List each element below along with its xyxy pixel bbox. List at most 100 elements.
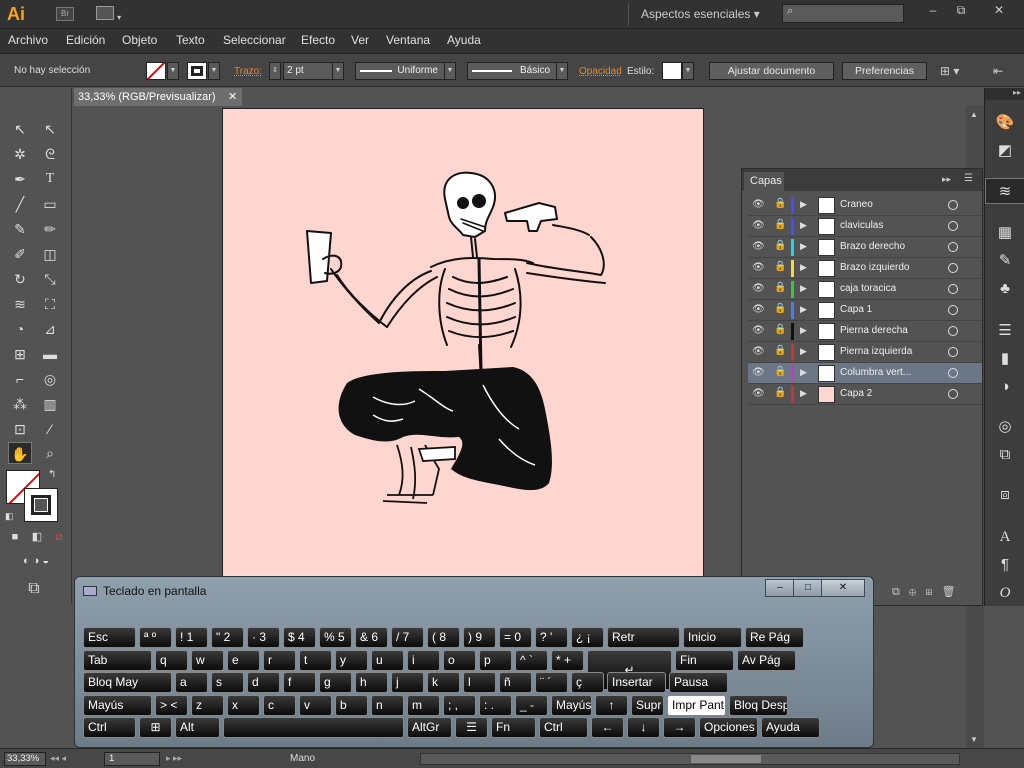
lock-icon[interactable]: 🔒 bbox=[774, 345, 786, 356]
key[interactable]: a bbox=[175, 672, 208, 693]
key[interactable]: g bbox=[319, 672, 352, 693]
character-icon[interactable]: A bbox=[985, 524, 1024, 550]
style-dropdown[interactable]: ▼ bbox=[682, 62, 694, 80]
adjust-document-button[interactable]: Ajustar documento bbox=[709, 62, 834, 80]
gradient-panel-icon[interactable]: ▮ bbox=[985, 346, 1024, 372]
key[interactable]: q bbox=[155, 649, 188, 671]
target-circle-icon[interactable] bbox=[948, 284, 958, 294]
target-circle-icon[interactable] bbox=[948, 263, 958, 273]
osk-close-button[interactable]: ✕ bbox=[821, 579, 865, 597]
panel-menu-icon[interactable]: ⇤ bbox=[993, 64, 1003, 78]
key[interactable]: Esc bbox=[83, 627, 136, 648]
pencil-icon[interactable]: ✏ bbox=[38, 218, 62, 240]
blend-tool-icon[interactable]: ◎ bbox=[38, 368, 62, 390]
swap-colors-icon[interactable]: ↰ bbox=[48, 469, 56, 480]
key[interactable]: $ 4 bbox=[283, 627, 316, 648]
layer-row[interactable]: 👁 🔒 ▶ Brazo derecho bbox=[748, 237, 982, 258]
visibility-eye-icon[interactable]: 👁 bbox=[752, 241, 766, 253]
layer-row[interactable]: 👁 🔒 ▶ Pierna izquierda bbox=[748, 342, 982, 363]
stroke-stepper[interactable]: ⇕ bbox=[269, 62, 281, 80]
symbols-icon[interactable]: ♣ bbox=[985, 276, 1024, 302]
expand-triangle-icon[interactable]: ▶ bbox=[800, 241, 807, 252]
paragraph-icon[interactable]: ¶ bbox=[985, 552, 1024, 578]
visibility-eye-icon[interactable]: 👁 bbox=[752, 283, 766, 295]
artboard-field[interactable]: 1 bbox=[104, 752, 160, 766]
key[interactable]: j bbox=[391, 672, 424, 693]
blob-brush-icon[interactable]: ✐ bbox=[8, 243, 32, 265]
appearance-icon[interactable]: ◎ bbox=[985, 414, 1024, 440]
target-circle-icon[interactable] bbox=[948, 368, 958, 378]
key[interactable]: y bbox=[335, 649, 368, 671]
lock-icon[interactable]: 🔒 bbox=[774, 387, 786, 398]
key[interactable]: d bbox=[247, 672, 280, 693]
expand-triangle-icon[interactable]: ▶ bbox=[800, 220, 807, 231]
key[interactable]: ) 9 bbox=[463, 627, 496, 648]
expand-triangle-icon[interactable]: ▶ bbox=[800, 367, 807, 378]
layer-name[interactable]: Craneo bbox=[840, 199, 873, 210]
default-colors-icon[interactable]: ◧ bbox=[5, 511, 14, 522]
menu-ventana[interactable]: Ventana bbox=[386, 33, 430, 47]
target-circle-icon[interactable] bbox=[948, 326, 958, 336]
lock-icon[interactable]: 🔒 bbox=[774, 261, 786, 272]
zoom-field[interactable]: 33,33% bbox=[4, 752, 46, 766]
expand-triangle-icon[interactable]: ▶ bbox=[800, 325, 807, 336]
free-transform-icon[interactable]: ⛶ bbox=[38, 293, 62, 315]
lock-icon[interactable]: 🔒 bbox=[774, 219, 786, 230]
key[interactable]: Opciones bbox=[699, 717, 758, 738]
lock-icon[interactable]: 🔒 bbox=[774, 240, 786, 251]
key[interactable]: AltGr bbox=[407, 717, 452, 738]
key[interactable]: / 7 bbox=[391, 627, 424, 648]
color-guide-icon[interactable]: ◩ bbox=[985, 138, 1024, 164]
stroke-weight-field[interactable]: 2 pt bbox=[283, 62, 333, 80]
layer-row[interactable]: 👁 🔒 ▶ claviculas bbox=[748, 216, 982, 237]
key[interactable]: ç bbox=[571, 672, 604, 693]
layer-name[interactable]: claviculas bbox=[840, 220, 883, 231]
target-circle-icon[interactable] bbox=[948, 221, 958, 231]
close-tab-icon[interactable]: ✕ bbox=[228, 88, 237, 106]
key[interactable]: m bbox=[407, 694, 440, 716]
menu-efecto[interactable]: Efecto bbox=[301, 33, 335, 47]
artboard-tool-icon[interactable]: ⊡ bbox=[8, 418, 32, 440]
key[interactable]: Bloq Despl bbox=[729, 694, 788, 716]
lock-icon[interactable]: 🔒 bbox=[774, 198, 786, 209]
paintbrush-icon[interactable]: ✎ bbox=[8, 218, 32, 240]
key[interactable]: x bbox=[227, 694, 260, 716]
restore-button[interactable]: ⧉ bbox=[950, 2, 972, 18]
key[interactable]: ª º bbox=[139, 627, 172, 648]
menu-ayuda[interactable]: Ayuda bbox=[447, 33, 481, 47]
mesh-tool-icon[interactable]: ⊞ bbox=[8, 343, 32, 365]
key[interactable]: c bbox=[263, 694, 296, 716]
key[interactable]: ( 8 bbox=[427, 627, 460, 648]
artboard-nav-prev[interactable]: ◂◂ ◂ bbox=[50, 753, 66, 764]
preferences-button[interactable]: Preferencias bbox=[842, 62, 927, 80]
key[interactable]: = 0 bbox=[499, 627, 532, 648]
profile-dropdown[interactable]: ▼ bbox=[444, 62, 456, 80]
lock-icon[interactable]: 🔒 bbox=[774, 282, 786, 293]
menu-objeto[interactable]: Objeto bbox=[122, 33, 157, 47]
visibility-eye-icon[interactable]: 👁 bbox=[752, 304, 766, 316]
lock-icon[interactable]: 🔒 bbox=[774, 324, 786, 335]
layers-tab[interactable]: Capas bbox=[744, 172, 784, 191]
key[interactable]: Fin bbox=[675, 649, 734, 671]
key[interactable]: b bbox=[335, 694, 368, 716]
swatches-icon[interactable]: ▦ bbox=[985, 220, 1024, 246]
key[interactable]: & 6 bbox=[355, 627, 388, 648]
menu-archivo[interactable]: Archivo bbox=[8, 33, 48, 47]
color-mode-icon[interactable]: ■ bbox=[6, 528, 24, 546]
layer-row[interactable]: 👁 🔒 ▶ Capa 2 bbox=[748, 384, 982, 405]
fill-dropdown[interactable]: ▼ bbox=[167, 62, 179, 80]
stroke-swatch[interactable] bbox=[187, 62, 207, 80]
key[interactable]: k bbox=[427, 672, 460, 693]
key[interactable]: → bbox=[663, 717, 696, 738]
key[interactable]: ↓ bbox=[627, 717, 660, 738]
key[interactable]: v bbox=[299, 694, 332, 716]
gradient-tool-icon[interactable]: ▬ bbox=[38, 343, 62, 365]
magic-wand-icon[interactable]: ✲ bbox=[8, 143, 32, 165]
key[interactable]: ^ ` bbox=[515, 649, 548, 671]
target-circle-icon[interactable] bbox=[948, 242, 958, 252]
dock-collapse[interactable]: ▸▸ bbox=[985, 88, 1024, 100]
menu-seleccionar[interactable]: Seleccionar bbox=[223, 33, 286, 47]
key[interactable]: ; , bbox=[443, 694, 476, 716]
key[interactable]: " 2 bbox=[211, 627, 244, 648]
target-circle-icon[interactable] bbox=[948, 347, 958, 357]
